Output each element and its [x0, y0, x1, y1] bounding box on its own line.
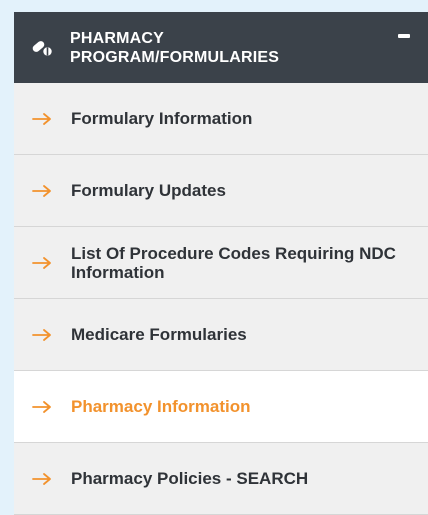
menu-item-label: Formulary Updates: [71, 181, 226, 200]
arrow-right-icon: [32, 400, 51, 413]
section-header[interactable]: PHARMACY PROGRAM/FORMULARIES: [14, 12, 428, 83]
menu-item-label: Formulary Information: [71, 109, 253, 128]
menu-item-label: List Of Procedure Codes Requiring NDC In…: [71, 243, 396, 282]
pills-icon: [32, 41, 52, 56]
menu-item-formulary-information[interactable]: Formulary Information: [14, 83, 428, 155]
menu-list: Formulary Information Formulary Updates …: [14, 83, 428, 515]
menu-item-label: Pharmacy Policies - SEARCH: [71, 469, 309, 488]
menu-item-formulary-updates[interactable]: Formulary Updates: [14, 155, 428, 227]
arrow-right-icon: [32, 472, 51, 485]
menu-item-label: Medicare Formularies: [71, 325, 247, 344]
menu-item-pharmacy-information[interactable]: Pharmacy Information: [14, 371, 428, 443]
arrow-right-icon: [32, 256, 51, 269]
pharmacy-program-panel: PHARMACY PROGRAM/FORMULARIES Formulary I…: [14, 12, 428, 515]
arrow-right-icon: [32, 112, 51, 125]
section-title: PHARMACY PROGRAM/FORMULARIES: [70, 29, 280, 66]
menu-item-pharmacy-policies-search[interactable]: Pharmacy Policies - SEARCH: [14, 443, 428, 515]
minus-icon[interactable]: [398, 34, 410, 38]
menu-item-label: Pharmacy Information: [71, 397, 251, 416]
arrow-right-icon: [32, 328, 51, 341]
menu-item-procedure-codes-ndc[interactable]: List Of Procedure Codes Requiring NDC In…: [14, 227, 428, 299]
menu-item-medicare-formularies[interactable]: Medicare Formularies: [14, 299, 428, 371]
arrow-right-icon: [32, 184, 51, 197]
